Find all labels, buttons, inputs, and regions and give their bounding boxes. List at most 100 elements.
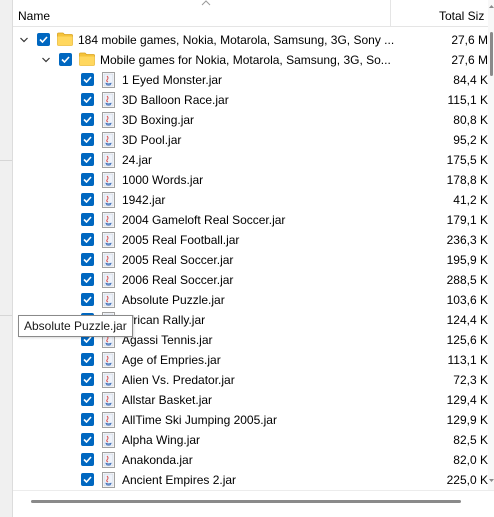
checkbox-checked-icon[interactable] [37, 33, 50, 46]
item-name: 2004 Gameloft Real Soccer.jar [122, 213, 286, 227]
tree-file-row[interactable]: 2006 Real Soccer.jar 288,5 K [13, 270, 488, 290]
item-size: 41,2 K [453, 193, 488, 207]
item-size: 82,5 K [453, 433, 488, 447]
tree-file-row[interactable]: 1000 Words.jar 178,8 K [13, 170, 488, 190]
item-size: 113,1 K [447, 353, 488, 367]
tree-folder-row[interactable]: 184 mobile games, Nokia, Motarola, Samsu… [13, 30, 488, 50]
tree-file-row[interactable]: Allstar Basket.jar 129,4 K [13, 390, 488, 410]
tree-file-row[interactable]: 2005 Real Football.jar 236,3 K [13, 230, 488, 250]
item-size: 288,5 K [446, 273, 488, 287]
item-size: 225,0 K [446, 473, 488, 487]
item-name: Allstar Basket.jar [122, 393, 213, 407]
item-name: Alpha Wing.jar [122, 433, 201, 447]
tree-file-row[interactable]: 2004 Gameloft Real Soccer.jar 179,1 K [13, 210, 488, 230]
name-column-header[interactable]: Name [18, 9, 50, 23]
item-size: 179,1 K [446, 213, 488, 227]
tree-file-row[interactable]: Absolute Puzzle.jar 103,6 K [13, 290, 488, 310]
checkbox-checked-icon[interactable] [81, 273, 94, 286]
chevron-down-icon[interactable] [19, 35, 29, 45]
item-name: 2006 Real Soccer.jar [122, 273, 234, 287]
checkbox-checked-icon[interactable] [81, 113, 94, 126]
jar-file-icon [102, 212, 115, 228]
tree-file-row[interactable]: Alpha Wing.jar 82,5 K [13, 430, 488, 450]
checkbox-checked-icon[interactable] [81, 293, 94, 306]
item-size: 27,6 M [451, 53, 488, 67]
vertical-scrollbar[interactable] [488, 0, 494, 490]
checkbox-checked-icon[interactable] [81, 473, 94, 486]
tree-file-row[interactable]: 2005 Real Soccer.jar 195,9 K [13, 250, 488, 270]
tree-file-row[interactable]: 1 Eyed Monster.jar 84,4 K [13, 70, 488, 90]
tree-file-row[interactable]: 24.jar 175,5 K [13, 150, 488, 170]
checkmark-icon [83, 176, 92, 183]
item-name: 184 mobile games, Nokia, Motarola, Samsu… [78, 33, 395, 47]
item-name: African Rally.jar [122, 313, 206, 327]
checkmark-icon [83, 96, 92, 103]
item-name: 3D Balloon Race.jar [122, 93, 229, 107]
checkbox-checked-icon[interactable] [81, 373, 94, 386]
horizontal-scroll-thumb[interactable] [31, 500, 461, 503]
checkbox-checked-icon[interactable] [81, 353, 94, 366]
tree-file-row[interactable]: 3D Boxing.jar 80,8 K [13, 110, 488, 130]
checkbox-checked-icon[interactable] [81, 433, 94, 446]
column-header: Name Total Siz [13, 0, 488, 27]
chevron-down-icon[interactable] [41, 55, 51, 65]
checkbox-checked-icon[interactable] [81, 193, 94, 206]
checkbox-checked-icon[interactable] [81, 153, 94, 166]
tree-file-row[interactable]: 3D Balloon Race.jar 115,1 K [13, 90, 488, 110]
vertical-scroll-thumb[interactable] [490, 32, 493, 76]
checkbox-checked-icon[interactable] [81, 413, 94, 426]
jar-file-icon [102, 252, 115, 268]
checkbox-checked-icon[interactable] [81, 73, 94, 86]
tree-file-row[interactable]: Ancient Empires 2.jar 225,0 K [13, 470, 488, 490]
checkmark-icon [83, 416, 92, 423]
item-name: AllTime Ski Jumping 2005.jar [122, 413, 277, 427]
checkbox-checked-icon[interactable] [81, 453, 94, 466]
total-size-column-header[interactable]: Total Siz [439, 9, 488, 23]
tree-file-row[interactable]: AllTime Ski Jumping 2005.jar 129,9 K [13, 410, 488, 430]
checkmark-icon [83, 356, 92, 363]
jar-file-icon [102, 232, 115, 248]
checkmark-icon [83, 436, 92, 443]
item-size: 80,8 K [453, 113, 488, 127]
scroll-down-icon[interactable] [489, 478, 494, 483]
tree-file-row[interactable]: 3D Pool.jar 95,2 K [13, 130, 488, 150]
checkmark-icon [83, 196, 92, 203]
column-divider[interactable] [390, 0, 391, 27]
jar-file-icon [102, 152, 115, 168]
checkmark-icon [83, 376, 92, 383]
jar-file-icon [102, 132, 115, 148]
jar-file-icon [102, 172, 115, 188]
checkbox-checked-icon[interactable] [59, 53, 72, 66]
checkbox-checked-icon[interactable] [81, 253, 94, 266]
checkbox-checked-icon[interactable] [81, 173, 94, 186]
checkbox-checked-icon[interactable] [81, 213, 94, 226]
tree-file-row[interactable]: Age of Empries.jar 113,1 K [13, 350, 488, 370]
item-name: 1000 Words.jar [122, 173, 204, 187]
item-size: 175,5 K [446, 153, 488, 167]
horizontal-scrollbar[interactable] [13, 490, 494, 517]
item-size: 84,4 K [453, 73, 488, 87]
tree-file-row[interactable]: Alien Vs. Predator.jar 72,3 K [13, 370, 488, 390]
item-size: 95,2 K [453, 133, 488, 147]
scroll-up-icon[interactable] [489, 4, 494, 9]
item-name: 1942.jar [122, 193, 166, 207]
checkbox-checked-icon[interactable] [81, 393, 94, 406]
tree-file-row[interactable]: Anakonda.jar 82,0 K [13, 450, 488, 470]
folder-icon [79, 52, 95, 66]
checkbox-checked-icon[interactable] [81, 133, 94, 146]
tree-folder-row[interactable]: Mobile games for Nokia, Motarola, Samsun… [13, 50, 488, 70]
checkmark-icon [83, 216, 92, 223]
item-name: Ancient Empires 2.jar [122, 473, 237, 487]
item-name: 1 Eyed Monster.jar [122, 73, 223, 87]
item-size: 82,0 K [453, 453, 488, 467]
checkbox-checked-icon[interactable] [81, 233, 94, 246]
jar-file-icon [102, 112, 115, 128]
item-size: 27,6 M [451, 33, 488, 47]
checkmark-icon [61, 56, 70, 63]
checkmark-icon [83, 236, 92, 243]
jar-file-icon [102, 392, 115, 408]
checkmark-icon [83, 476, 92, 483]
tree-file-row[interactable]: 1942.jar 41,2 K [13, 190, 488, 210]
checkmark-icon [39, 36, 48, 43]
checkbox-checked-icon[interactable] [81, 93, 94, 106]
